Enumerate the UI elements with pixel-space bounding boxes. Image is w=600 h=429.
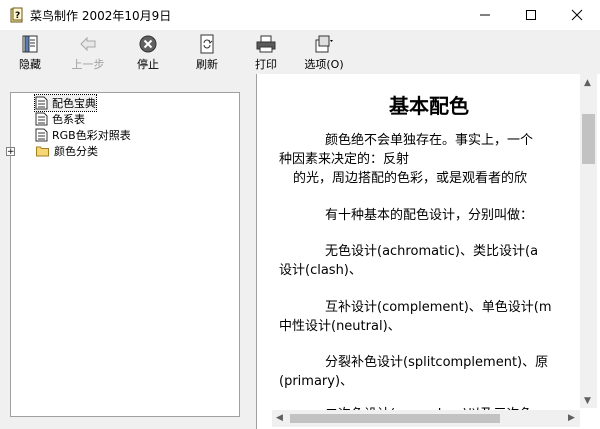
help-book-icon: ? — [8, 6, 26, 24]
tree-item-label: 配色宝典 — [52, 97, 96, 110]
scroll-down-arrow-icon[interactable]: ▼ — [584, 396, 591, 406]
stop-button[interactable]: 停止 — [126, 32, 170, 72]
close-icon — [571, 9, 583, 21]
minimize-button[interactable] — [462, 0, 508, 30]
refresh-label: 刷新 — [196, 58, 218, 71]
printer-icon — [256, 35, 276, 53]
print-button[interactable]: 打印 — [244, 32, 288, 72]
tree-item-3[interactable]: 颜色分类 — [35, 143, 98, 159]
horizontal-scroll-thumb[interactable] — [290, 414, 500, 423]
tree-item-2[interactable]: RGB色彩对照表 — [35, 127, 131, 143]
options-button[interactable]: 选项(O) — [302, 32, 346, 72]
content-line: 无色设计(achromatic)、类比设计(a — [325, 244, 539, 259]
content-line: 种因素来决定的：反射 — [279, 152, 410, 167]
print-label: 打印 — [255, 58, 277, 71]
tree-item-0[interactable]: 配色宝典 — [34, 94, 97, 112]
scroll-left-arrow-icon[interactable]: ◀ — [276, 413, 283, 423]
svg-text:?: ? — [15, 11, 20, 21]
tree-item-1[interactable]: 色系表 — [35, 111, 85, 127]
content-title: 基本配色 — [389, 94, 469, 118]
content-line: 中性设计(neutral)、 — [279, 319, 401, 334]
content-line: 颜色绝不会单独存在。事实上，一个 — [325, 133, 534, 148]
window-title: 菜鸟制作 2002年10月9日 — [30, 9, 172, 23]
page-icon — [35, 128, 48, 142]
toolbar: 隐藏 上一步 停止 刷新 打印 选项(O) — [0, 30, 600, 74]
hide-button[interactable]: 隐藏 — [8, 32, 52, 72]
back-arrow-icon — [80, 36, 96, 52]
refresh-button[interactable]: 刷新 — [185, 32, 229, 72]
tree-item-label: 颜色分类 — [54, 145, 98, 158]
options-label: 选项(O) — [304, 58, 344, 71]
maximize-icon — [526, 10, 536, 20]
back-label: 上一步 — [71, 58, 105, 71]
vertical-scrollbar[interactable]: ▲ ▼ — [580, 74, 597, 408]
expand-toggle[interactable]: + — [6, 147, 15, 157]
page-icon — [35, 96, 48, 110]
content-line: 设计(clash)、 — [279, 263, 362, 278]
title-bar: ? 菜鸟制作 2002年10月9日 — [0, 0, 600, 30]
scroll-up-arrow-icon[interactable]: ▲ — [584, 78, 591, 88]
content-line: 分裂补色设计(splitcomplement)、原 — [325, 355, 549, 370]
contents-tree[interactable]: 配色宝典 色系表 RGB色彩对照表 颜色分类 — [10, 92, 240, 417]
content-line: 的光，周边搭配的色彩，或是观看者的欣 — [293, 171, 528, 186]
content-line: (primary)、 — [279, 374, 354, 389]
hide-label: 隐藏 — [19, 58, 41, 71]
content-pane: 基本配色 颜色绝不会单独存在。事实上，一个 种因素来决定的：反射 的光，周边搭配… — [256, 74, 600, 429]
horizontal-scrollbar[interactable]: ◀ ▶ — [272, 410, 580, 427]
options-icon — [315, 35, 333, 53]
close-button[interactable] — [554, 0, 600, 30]
stop-icon — [139, 35, 157, 53]
content-line: 有十种基本的配色设计，分别叫做： — [325, 208, 534, 223]
back-button[interactable]: 上一步 — [66, 32, 110, 72]
refresh-icon — [200, 34, 214, 54]
minimize-icon — [480, 14, 490, 16]
maximize-button[interactable] — [508, 0, 554, 30]
hide-pane-icon — [22, 35, 38, 53]
tree-item-label: RGB色彩对照表 — [52, 129, 131, 142]
content-line: 互补设计(complement)、单色设计(m — [325, 300, 552, 315]
vertical-scroll-thumb[interactable] — [582, 114, 595, 164]
scroll-right-arrow-icon[interactable]: ▶ — [568, 413, 575, 423]
stop-label: 停止 — [137, 58, 159, 71]
tree-item-label: 色系表 — [52, 113, 85, 126]
folder-icon — [36, 146, 49, 157]
page-icon — [35, 112, 48, 126]
